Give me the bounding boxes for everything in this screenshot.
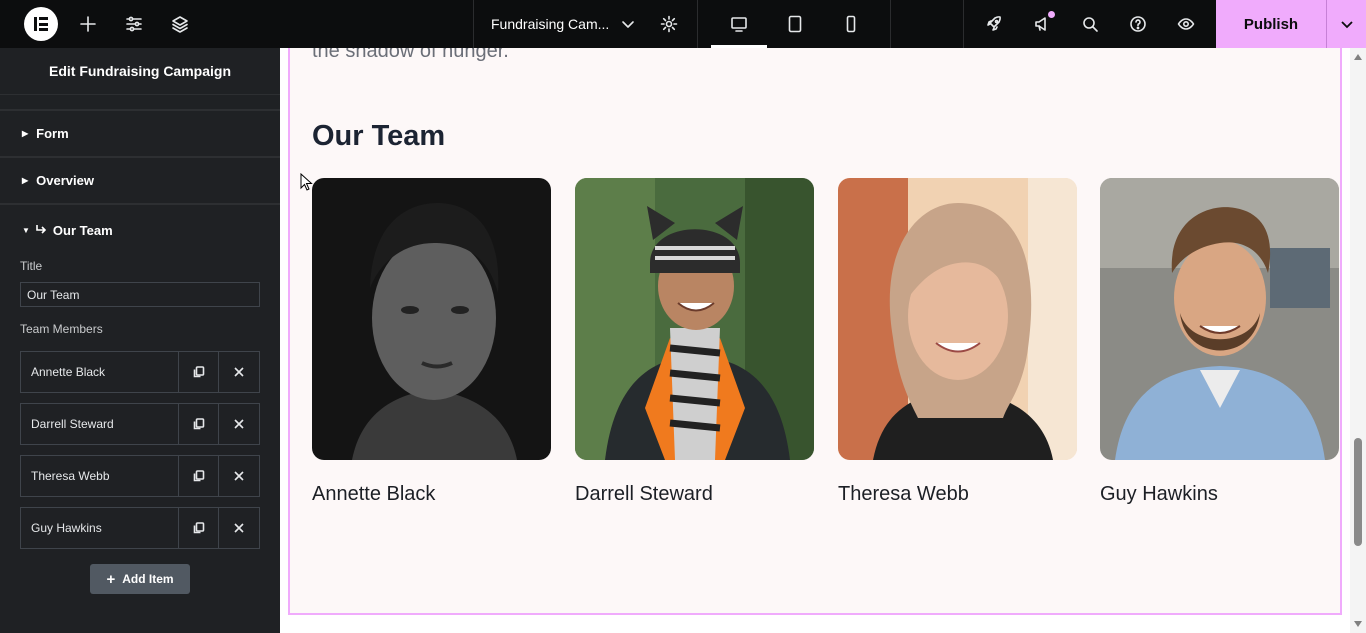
duplicate-icon[interactable]	[179, 404, 220, 444]
repeater-item-darrell-steward[interactable]: Darrell Steward	[20, 403, 260, 445]
intro-text: the shadow of hunger.	[312, 48, 509, 62]
publish-button[interactable]: Publish	[1216, 0, 1326, 48]
member-name: Annette Black	[312, 483, 436, 505]
divider	[697, 0, 698, 48]
member-photo	[838, 178, 1077, 460]
chevron-down-icon[interactable]	[608, 0, 648, 48]
divider	[890, 0, 891, 48]
team-member-card[interactable]: Theresa Webb	[838, 178, 1077, 506]
panel-gap	[0, 95, 280, 111]
scrollbar-thumb[interactable]	[1354, 438, 1362, 546]
publish-options-chevron-down-icon[interactable]	[1326, 0, 1366, 48]
preview-canvas: the shadow of hunger. Our Team Annette B…	[280, 48, 1350, 633]
caret-right-icon: ▶	[22, 176, 29, 185]
section-label: Form	[36, 126, 69, 141]
remove-close-icon[interactable]	[219, 456, 259, 496]
elementor-logo-icon[interactable]	[24, 7, 58, 41]
page-title-dropdown[interactable]: Fundraising Cam...	[491, 0, 609, 48]
remove-close-icon[interactable]	[219, 404, 259, 444]
duplicate-icon[interactable]	[179, 508, 220, 548]
title-field-label: Title	[20, 259, 43, 273]
member-photo	[312, 178, 551, 460]
team-member-card[interactable]: Darrell Steward	[575, 178, 814, 506]
divider	[963, 0, 964, 48]
member-name: Theresa Webb	[838, 483, 969, 505]
section-form[interactable]: ▶ Form	[0, 111, 280, 158]
mobile-view-icon[interactable]	[831, 0, 871, 48]
section-overview[interactable]: ▶ Overview	[0, 158, 280, 205]
repeater-item-label[interactable]: Theresa Webb	[21, 456, 180, 496]
section-our-team[interactable]: ▼ Our Team	[0, 205, 280, 255]
selected-section-frame[interactable]: the shadow of hunger. Our Team Annette B…	[288, 48, 1342, 615]
caret-down-icon: ▼	[22, 225, 30, 235]
notification-dot	[1048, 11, 1055, 18]
desktop-view-icon[interactable]	[719, 0, 759, 48]
duplicate-icon[interactable]	[179, 456, 220, 496]
repeater-item-annette-black[interactable]: Annette Black	[20, 351, 260, 393]
repeater-item-label[interactable]: Annette Black	[21, 352, 180, 392]
canvas-scrollbar[interactable]	[1350, 48, 1366, 633]
rocket-icon[interactable]	[974, 0, 1014, 48]
duplicate-icon[interactable]	[179, 352, 220, 392]
team-member-card[interactable]: Guy Hawkins	[1100, 178, 1339, 506]
help-icon[interactable]	[1118, 0, 1158, 48]
tablet-view-icon[interactable]	[775, 0, 815, 48]
editor-panel: Edit Fundraising Campaign ▶ Form ▶ Overv…	[0, 48, 280, 633]
title-input[interactable]: Our Team	[20, 282, 260, 307]
member-photo	[1100, 178, 1339, 460]
section-label: Our Team	[52, 222, 113, 238]
team-members-label: Team Members	[20, 322, 103, 336]
panel-title: Edit Fundraising Campaign	[0, 48, 280, 95]
plus-icon: +	[106, 570, 116, 588]
team-heading: Our Team	[312, 120, 446, 152]
dynamic-link-icon	[36, 225, 47, 234]
top-bar: Fundraising Cam... Publish	[0, 0, 1366, 48]
add-item-button[interactable]: + Add Item	[90, 564, 190, 594]
member-name: Guy Hawkins	[1100, 483, 1218, 505]
caret-right-icon: ▶	[22, 129, 29, 138]
search-icon[interactable]	[1070, 0, 1110, 48]
member-name: Darrell Steward	[575, 483, 713, 505]
mouse-pointer-icon	[300, 173, 313, 191]
megaphone-icon[interactable]	[1022, 0, 1062, 48]
member-photo	[575, 178, 814, 460]
remove-close-icon[interactable]	[219, 352, 259, 392]
layers-icon[interactable]	[160, 0, 200, 48]
page-settings-gear-icon[interactable]	[649, 0, 689, 48]
site-settings-icon[interactable]	[114, 0, 154, 48]
preview-eye-icon[interactable]	[1166, 0, 1206, 48]
scroll-up-arrow-icon[interactable]	[1354, 54, 1362, 60]
divider	[473, 0, 474, 48]
scroll-down-arrow-icon[interactable]	[1354, 621, 1362, 627]
section-label: Overview	[36, 173, 94, 188]
remove-close-icon[interactable]	[219, 508, 259, 548]
repeater-item-theresa-webb[interactable]: Theresa Webb	[20, 455, 260, 497]
add-element-icon[interactable]	[68, 0, 108, 48]
repeater-item-guy-hawkins[interactable]: Guy Hawkins	[20, 507, 260, 549]
page-title: Fundraising Cam...	[491, 16, 610, 32]
team-member-card[interactable]: Annette Black	[312, 178, 551, 506]
add-item-label: Add Item	[122, 572, 174, 586]
repeater-item-label[interactable]: Guy Hawkins	[21, 508, 180, 548]
repeater-item-label[interactable]: Darrell Steward	[21, 404, 180, 444]
